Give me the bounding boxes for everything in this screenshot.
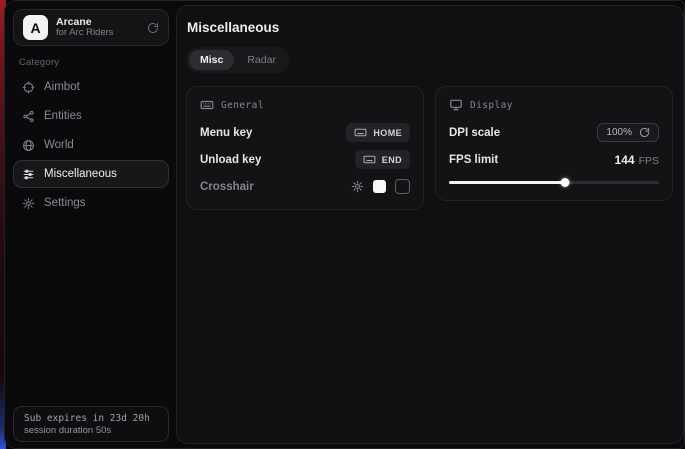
menu-key-label: Menu key <box>200 127 252 139</box>
fps-limit-label: FPS limit <box>449 154 498 166</box>
sidebar-item-miscellaneous[interactable]: Miscellaneous <box>13 160 169 188</box>
unload-key-row: Unload key END <box>200 150 410 169</box>
refresh-cw-icon <box>639 127 650 138</box>
tab-bar: Misc Radar <box>186 47 290 73</box>
crosshair-color-swatch[interactable] <box>373 180 386 193</box>
session-duration: session duration 50s <box>24 425 158 436</box>
fps-slider-thumb[interactable] <box>560 178 569 187</box>
dpi-scale-value: 100% <box>606 127 632 138</box>
tab-misc[interactable]: Misc <box>189 50 234 70</box>
sidebar-item-label: Miscellaneous <box>44 168 117 180</box>
cards-row: General Menu key HOME Unload key <box>186 86 673 210</box>
keyboard-icon <box>363 153 376 166</box>
fps-limit-row: FPS limit 144 FPS <box>449 150 659 169</box>
sidebar-item-world[interactable]: World <box>13 131 169 159</box>
sidebar-item-label: World <box>44 139 74 151</box>
keyboard-icon <box>200 98 214 112</box>
page-title: Miscellaneous <box>187 20 673 35</box>
subscription-card: Sub expires in 23d 20h session duration … <box>13 406 169 442</box>
brand-logo: A <box>23 15 48 40</box>
keyboard-icon <box>354 126 367 139</box>
monitor-icon <box>449 98 463 112</box>
unload-key-value: END <box>382 155 402 165</box>
app-window: A Arcane for Arc Riders Category Aimbot <box>4 0 685 449</box>
sidebar-item-label: Entities <box>44 110 82 122</box>
tab-radar[interactable]: Radar <box>236 50 287 70</box>
globe-icon <box>22 139 35 152</box>
display-card-title: Display <box>470 100 513 111</box>
main-panel: Miscellaneous Misc Radar General <box>176 5 684 444</box>
display-card: Display DPI scale 100% FPS limit <box>435 86 673 201</box>
refresh-icon[interactable] <box>147 22 159 34</box>
fps-slider-fill <box>449 181 565 184</box>
sidebar-item-aimbot[interactable]: Aimbot <box>13 73 169 101</box>
sidebar-item-label: Settings <box>44 197 86 209</box>
fps-limit-number: 144 <box>615 153 635 167</box>
sidebar-item-label: Aimbot <box>44 81 80 93</box>
crosshair-icon <box>22 81 35 94</box>
menu-key-row: Menu key HOME <box>200 123 410 142</box>
crosshair-label: Crosshair <box>200 181 254 193</box>
display-card-header: Display <box>449 98 659 112</box>
fps-limit-unit: FPS <box>639 155 659 167</box>
brand-subtitle: for Arc Riders <box>56 28 139 39</box>
menu-key-value: HOME <box>373 128 402 138</box>
unload-key-bind-button[interactable]: END <box>355 150 410 169</box>
menu-key-bind-button[interactable]: HOME <box>346 123 410 142</box>
entities-icon <box>22 110 35 123</box>
brand-text: Arcane for Arc Riders <box>56 16 139 39</box>
general-card: General Menu key HOME Unload key <box>186 86 424 210</box>
unload-key-label: Unload key <box>200 154 261 166</box>
dpi-scale-row: DPI scale 100% <box>449 123 659 142</box>
sidebar-item-entities[interactable]: Entities <box>13 102 169 130</box>
fps-limit-slider[interactable] <box>449 177 659 187</box>
general-card-title: General <box>221 100 264 111</box>
category-label: Category <box>19 57 59 68</box>
crosshair-settings-gear-icon[interactable] <box>351 180 364 193</box>
sidebar-nav: Aimbot Entities World <box>13 73 169 217</box>
sidebar: A Arcane for Arc Riders Category Aimbot <box>5 1 176 448</box>
subscription-expiry: Sub expires in 23d 20h <box>24 413 158 424</box>
general-card-header: General <box>200 98 410 112</box>
dpi-scale-stepper[interactable]: 100% <box>597 123 659 142</box>
crosshair-checkbox[interactable] <box>395 179 410 194</box>
gear-icon <box>22 197 35 210</box>
crosshair-row: Crosshair <box>200 177 410 196</box>
crosshair-controls <box>351 179 410 194</box>
sidebar-item-settings[interactable]: Settings <box>13 189 169 217</box>
fps-limit-value: 144 FPS <box>615 153 659 167</box>
dpi-scale-label: DPI scale <box>449 127 500 139</box>
brand-card: A Arcane for Arc Riders <box>13 9 169 46</box>
sliders-icon <box>22 168 35 181</box>
